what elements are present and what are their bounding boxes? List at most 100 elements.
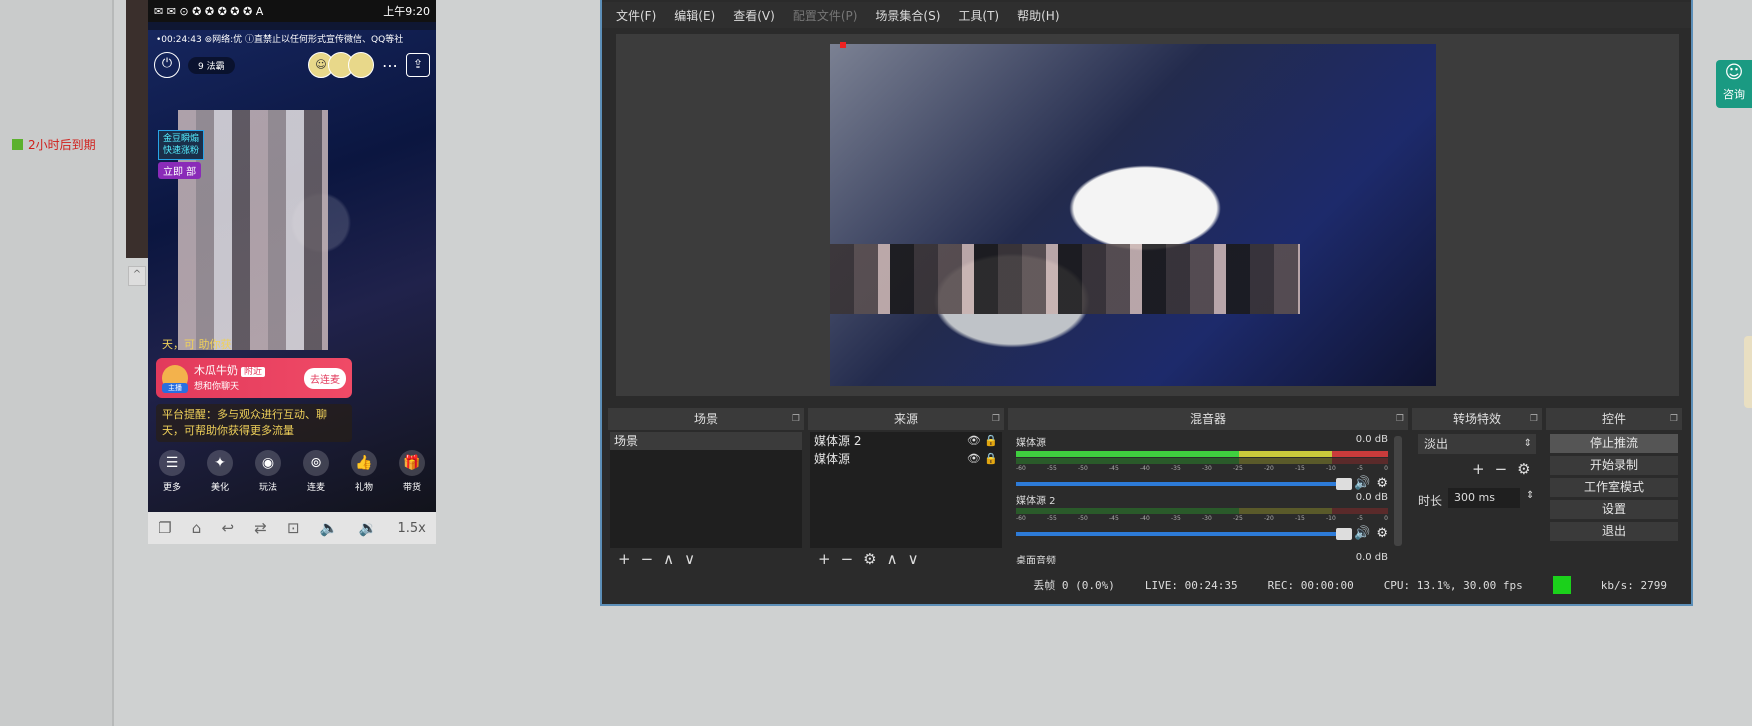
add-icon[interactable]: + [618, 550, 631, 568]
menu-tools[interactable]: 工具(T) [958, 7, 999, 24]
viewer-avatars[interactable]: ☺ [308, 52, 374, 78]
speaker-icon[interactable]: 🔊 [1354, 526, 1370, 541]
slider-handle[interactable] [1336, 477, 1353, 490]
gear-icon[interactable]: ⚙ [863, 550, 876, 568]
settings-button[interactable]: 设置 [1550, 500, 1678, 519]
remove-icon[interactable]: − [641, 550, 654, 568]
invite-card[interactable]: 主播 木瓜牛奶 附近 想和你聊天 去连麦 [156, 358, 352, 398]
bottom-item-connect[interactable]: ⊚ 连麦 [303, 450, 329, 493]
scenes-list: 场景 [610, 432, 802, 548]
sources-list: 媒体源 2 👁 🔒 媒体源 👁 🔒 [810, 432, 1002, 548]
phone-status-bar: ✉ ✉ ⊙ ✪ ✪ ✪ ✪ ✪ A 上午9:20 [148, 0, 436, 22]
volume-up-icon[interactable]: 🔈 [320, 519, 339, 537]
remove-icon[interactable]: − [1495, 460, 1508, 478]
menu-help[interactable]: 帮助(H) [1017, 7, 1059, 24]
promo-tag[interactable]: 立即 部 [158, 162, 202, 179]
channel-db: 0.0 dB [1355, 434, 1388, 445]
add-icon[interactable]: + [1472, 460, 1485, 478]
share-icon[interactable]: ⇪ [406, 53, 430, 77]
list-item[interactable]: 场景 [610, 432, 802, 450]
eye-lock-icon[interactable]: 👁 🔒 [967, 450, 998, 468]
exit-button[interactable]: 退出 [1550, 522, 1678, 541]
menu-view[interactable]: 查看(V) [733, 7, 775, 24]
switch-icon[interactable]: ⇄ [254, 519, 267, 537]
channel-name: 媒体源 2 [1016, 496, 1056, 507]
start-recording-button[interactable]: 开始录制 [1550, 456, 1678, 475]
menu-scene-collection[interactable]: 场景集合(S) [875, 7, 940, 24]
remove-icon[interactable]: − [841, 550, 854, 568]
dock-header: 来源 ❐ [808, 408, 1004, 430]
menu-file[interactable]: 文件(F) [616, 7, 656, 24]
mixer-scrollbar[interactable] [1394, 436, 1402, 546]
bottom-item-play[interactable]: ◉ 玩法 [255, 450, 281, 493]
list-item[interactable]: 媒体源 👁 🔒 [810, 450, 1002, 468]
controls-dock: 控件 ❐ 停止推流 开始录制 工作室模式 设置 退出 [1546, 408, 1682, 570]
promo-line1: 金豆瞬煽 [163, 134, 200, 144]
duration-label: 时长 [1418, 494, 1443, 508]
power-icon[interactable]: ⏻ [154, 52, 180, 78]
bottom-item-label: 美化 [210, 483, 229, 493]
side-tab[interactable] [1744, 336, 1752, 408]
thumbs-up-icon: 👍 [351, 450, 377, 476]
link-icon: ⊚ [303, 450, 329, 476]
volume-slider[interactable] [1016, 527, 1353, 540]
menu-edit[interactable]: 编辑(E) [674, 7, 715, 24]
status-square-icon [12, 139, 23, 150]
move-up-icon[interactable]: ∧ [663, 550, 674, 568]
copy-icon[interactable]: ❐ [158, 519, 171, 537]
menu-profile[interactable]: 配置文件(P) [793, 7, 858, 24]
stop-streaming-button[interactable]: 停止推流 [1550, 434, 1678, 453]
slider-handle[interactable] [1336, 527, 1353, 540]
consult-button[interactable]: ☺ 咨询 [1716, 60, 1752, 108]
eye-lock-icon[interactable]: 👁 🔒 [967, 432, 998, 450]
tip-top-text: 天，可 助你获 [162, 338, 232, 351]
status-icons: ✉ ✉ ⊙ ✪ ✪ ✪ ✪ ✪ A [154, 4, 264, 18]
bottom-item-more[interactable]: ☰ 更多 [159, 450, 185, 493]
more-icon[interactable]: ⋯ [382, 56, 398, 75]
studio-mode-button[interactable]: 工作室模式 [1550, 478, 1678, 497]
gear-icon[interactable]: ⚙ [1376, 476, 1388, 491]
home-icon[interactable]: ⌂ [192, 519, 202, 537]
speaker-icon[interactable]: 🔊 [1354, 476, 1370, 491]
scene-name: 场景 [614, 434, 639, 448]
volume-slider[interactable] [1016, 477, 1353, 490]
phone-screen: ✉ ✉ ⊙ ✪ ✪ ✪ ✪ ✪ A 上午9:20 •00:24:43 ⊚网络:优… [148, 0, 436, 512]
back-icon[interactable]: ↩ [221, 519, 234, 537]
crop-icon[interactable]: ⊡ [287, 519, 300, 537]
duration-value: 300 ms [1454, 491, 1495, 504]
left-panel [0, 0, 114, 726]
dock-header: 场景 ❐ [608, 408, 804, 430]
host-pill[interactable]: 9 法霸 [188, 56, 235, 74]
viewer-avatar [348, 52, 374, 78]
float-icon[interactable]: ❐ [1396, 408, 1404, 430]
collapse-arrow-icon[interactable]: ^ [128, 266, 146, 286]
float-icon[interactable]: ❐ [1530, 408, 1538, 430]
gear-icon[interactable]: ⚙ [1517, 460, 1530, 478]
zoom-level[interactable]: 1.5x [398, 521, 426, 536]
move-up-icon[interactable]: ∧ [887, 550, 898, 568]
gear-icon[interactable]: ⚙ [1376, 526, 1388, 541]
preview-video[interactable] [830, 44, 1436, 386]
promo-badge[interactable]: 金豆瞬煽 快速涨粉 [158, 130, 205, 160]
volume-down-icon[interactable]: 🔉 [359, 519, 378, 537]
bottom-item-beauty[interactable]: ✦ 美化 [207, 450, 233, 493]
list-item[interactable]: 媒体源 2 👁 🔒 [810, 432, 1002, 450]
connect-mic-button[interactable]: 去连麦 [304, 367, 346, 389]
spinner-icon[interactable]: ⇕ [1526, 490, 1534, 501]
dock-header: 控件 ❐ [1546, 408, 1682, 430]
float-icon[interactable]: ❐ [792, 408, 800, 430]
add-icon[interactable]: + [818, 550, 831, 568]
transition-select[interactable]: 淡出 ⇕ [1418, 434, 1536, 454]
bottom-item-gift[interactable]: 👍 礼物 [351, 450, 377, 493]
dock-header: 转场特效 ❐ [1412, 408, 1542, 430]
float-icon[interactable]: ❐ [1670, 408, 1678, 430]
float-icon[interactable]: ❐ [992, 408, 1000, 430]
obs-window: 文件(F) 编辑(E) 查看(V) 配置文件(P) 场景集合(S) 工具(T) … [600, 0, 1693, 606]
move-down-icon[interactable]: ∨ [908, 550, 919, 568]
transition-selected: 淡出 [1424, 437, 1449, 451]
duration-input[interactable]: 300 ms [1448, 488, 1520, 508]
scenes-dock: 场景 ❐ 场景 + − ∧ ∨ [608, 408, 804, 570]
bottom-item-shop[interactable]: 🎁 带货 [399, 450, 425, 493]
mixer-channel: 媒体源 0.0 dB -60 -55 -50 -45 -40 -35 -30 -25 -20 -15… [1016, 434, 1388, 491]
move-down-icon[interactable]: ∨ [684, 550, 695, 568]
